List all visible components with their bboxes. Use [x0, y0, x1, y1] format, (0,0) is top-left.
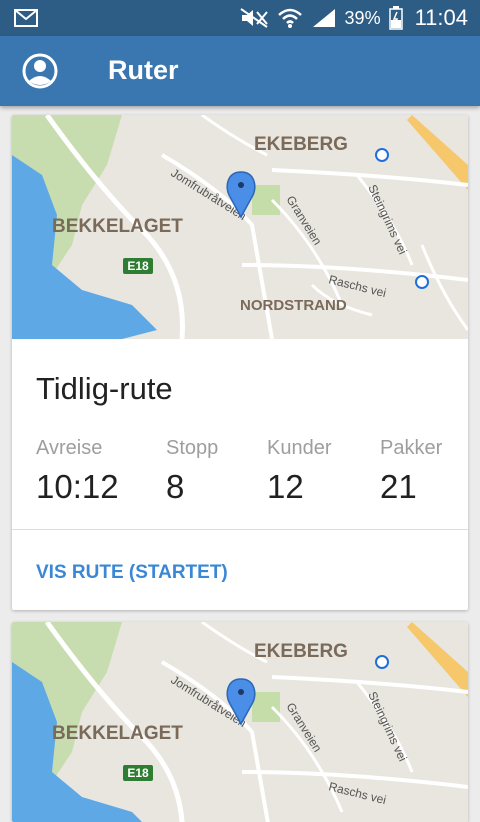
route-map[interactable]: EKEBERG BEKKELAGET NORDSTRAND E18 Jomfru… [12, 115, 468, 339]
account-icon[interactable] [20, 51, 60, 91]
stat-pakker: Pakker 21 [380, 437, 442, 506]
wifi-icon [277, 8, 302, 28]
signal-icon [312, 9, 335, 27]
stat-avreise: Avreise 10:12 [36, 437, 119, 506]
route-title: Tidlig-rute [36, 371, 173, 406]
divider [12, 529, 468, 530]
route-card[interactable]: EKEBERG BEKKELAGET NORDSTRAND E18 Jomfru… [12, 115, 468, 610]
stat-kunder: Kunder 12 [267, 437, 332, 506]
stat-stopp: Stopp 8 [166, 437, 218, 506]
route-card[interactable]: EKEBERG BEKKELAGET E18 Jomfrubråtveien G… [12, 622, 468, 822]
map-label-ekeberg: EKEBERG [254, 641, 348, 662]
transit-icon [375, 655, 389, 669]
stat-label: Pakker [380, 437, 443, 459]
map-label-e18: E18 [127, 766, 149, 780]
stat-label: Kunder [267, 437, 332, 459]
route-map[interactable]: EKEBERG BEKKELAGET E18 Jomfrubråtveien G… [12, 622, 468, 822]
stat-value: 21 [380, 468, 417, 505]
map-label-nordstrand: NORDSTRAND [240, 297, 347, 314]
mute-icon [239, 8, 268, 28]
map-label-bekkelaget: BEKKELAGET [52, 216, 183, 237]
view-route-button[interactable]: VIS RUTE (STARTET) [36, 562, 228, 584]
stat-value: 8 [166, 468, 185, 505]
map-label-ekeberg: EKEBERG [254, 134, 348, 155]
app-bar: Ruter [0, 36, 480, 106]
map-label-bekkelaget: BEKKELAGET [52, 723, 183, 744]
mail-icon [14, 9, 38, 27]
status-bar: 39% 11:04 [0, 0, 480, 36]
stat-value: 10:12 [36, 468, 119, 505]
page-title: Ruter [108, 55, 179, 85]
battery-percent: 39% [344, 7, 381, 28]
stat-value: 12 [267, 468, 304, 505]
battery-icon [388, 6, 403, 30]
stat-label: Stopp [166, 437, 219, 459]
map-label-e18: E18 [127, 259, 149, 273]
clock: 11:04 [414, 5, 468, 30]
stat-label: Avreise [36, 437, 103, 459]
